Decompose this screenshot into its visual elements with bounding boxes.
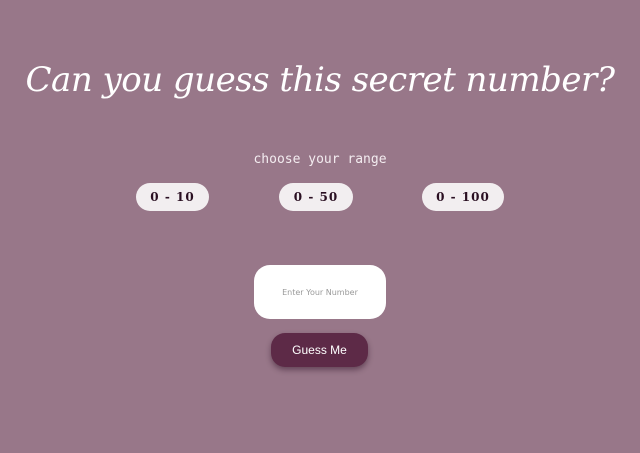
range-label: choose your range xyxy=(253,152,387,167)
range-button-0-10[interactable]: 0 - 10 xyxy=(136,183,209,211)
guess-me-button[interactable]: Guess Me xyxy=(271,333,368,367)
page-title: Can you guess this secret number? xyxy=(25,60,615,100)
range-button-0-100[interactable]: 0 - 100 xyxy=(422,183,504,211)
guess-number-input[interactable] xyxy=(254,265,386,319)
range-button-0-50[interactable]: 0 - 50 xyxy=(279,183,353,211)
